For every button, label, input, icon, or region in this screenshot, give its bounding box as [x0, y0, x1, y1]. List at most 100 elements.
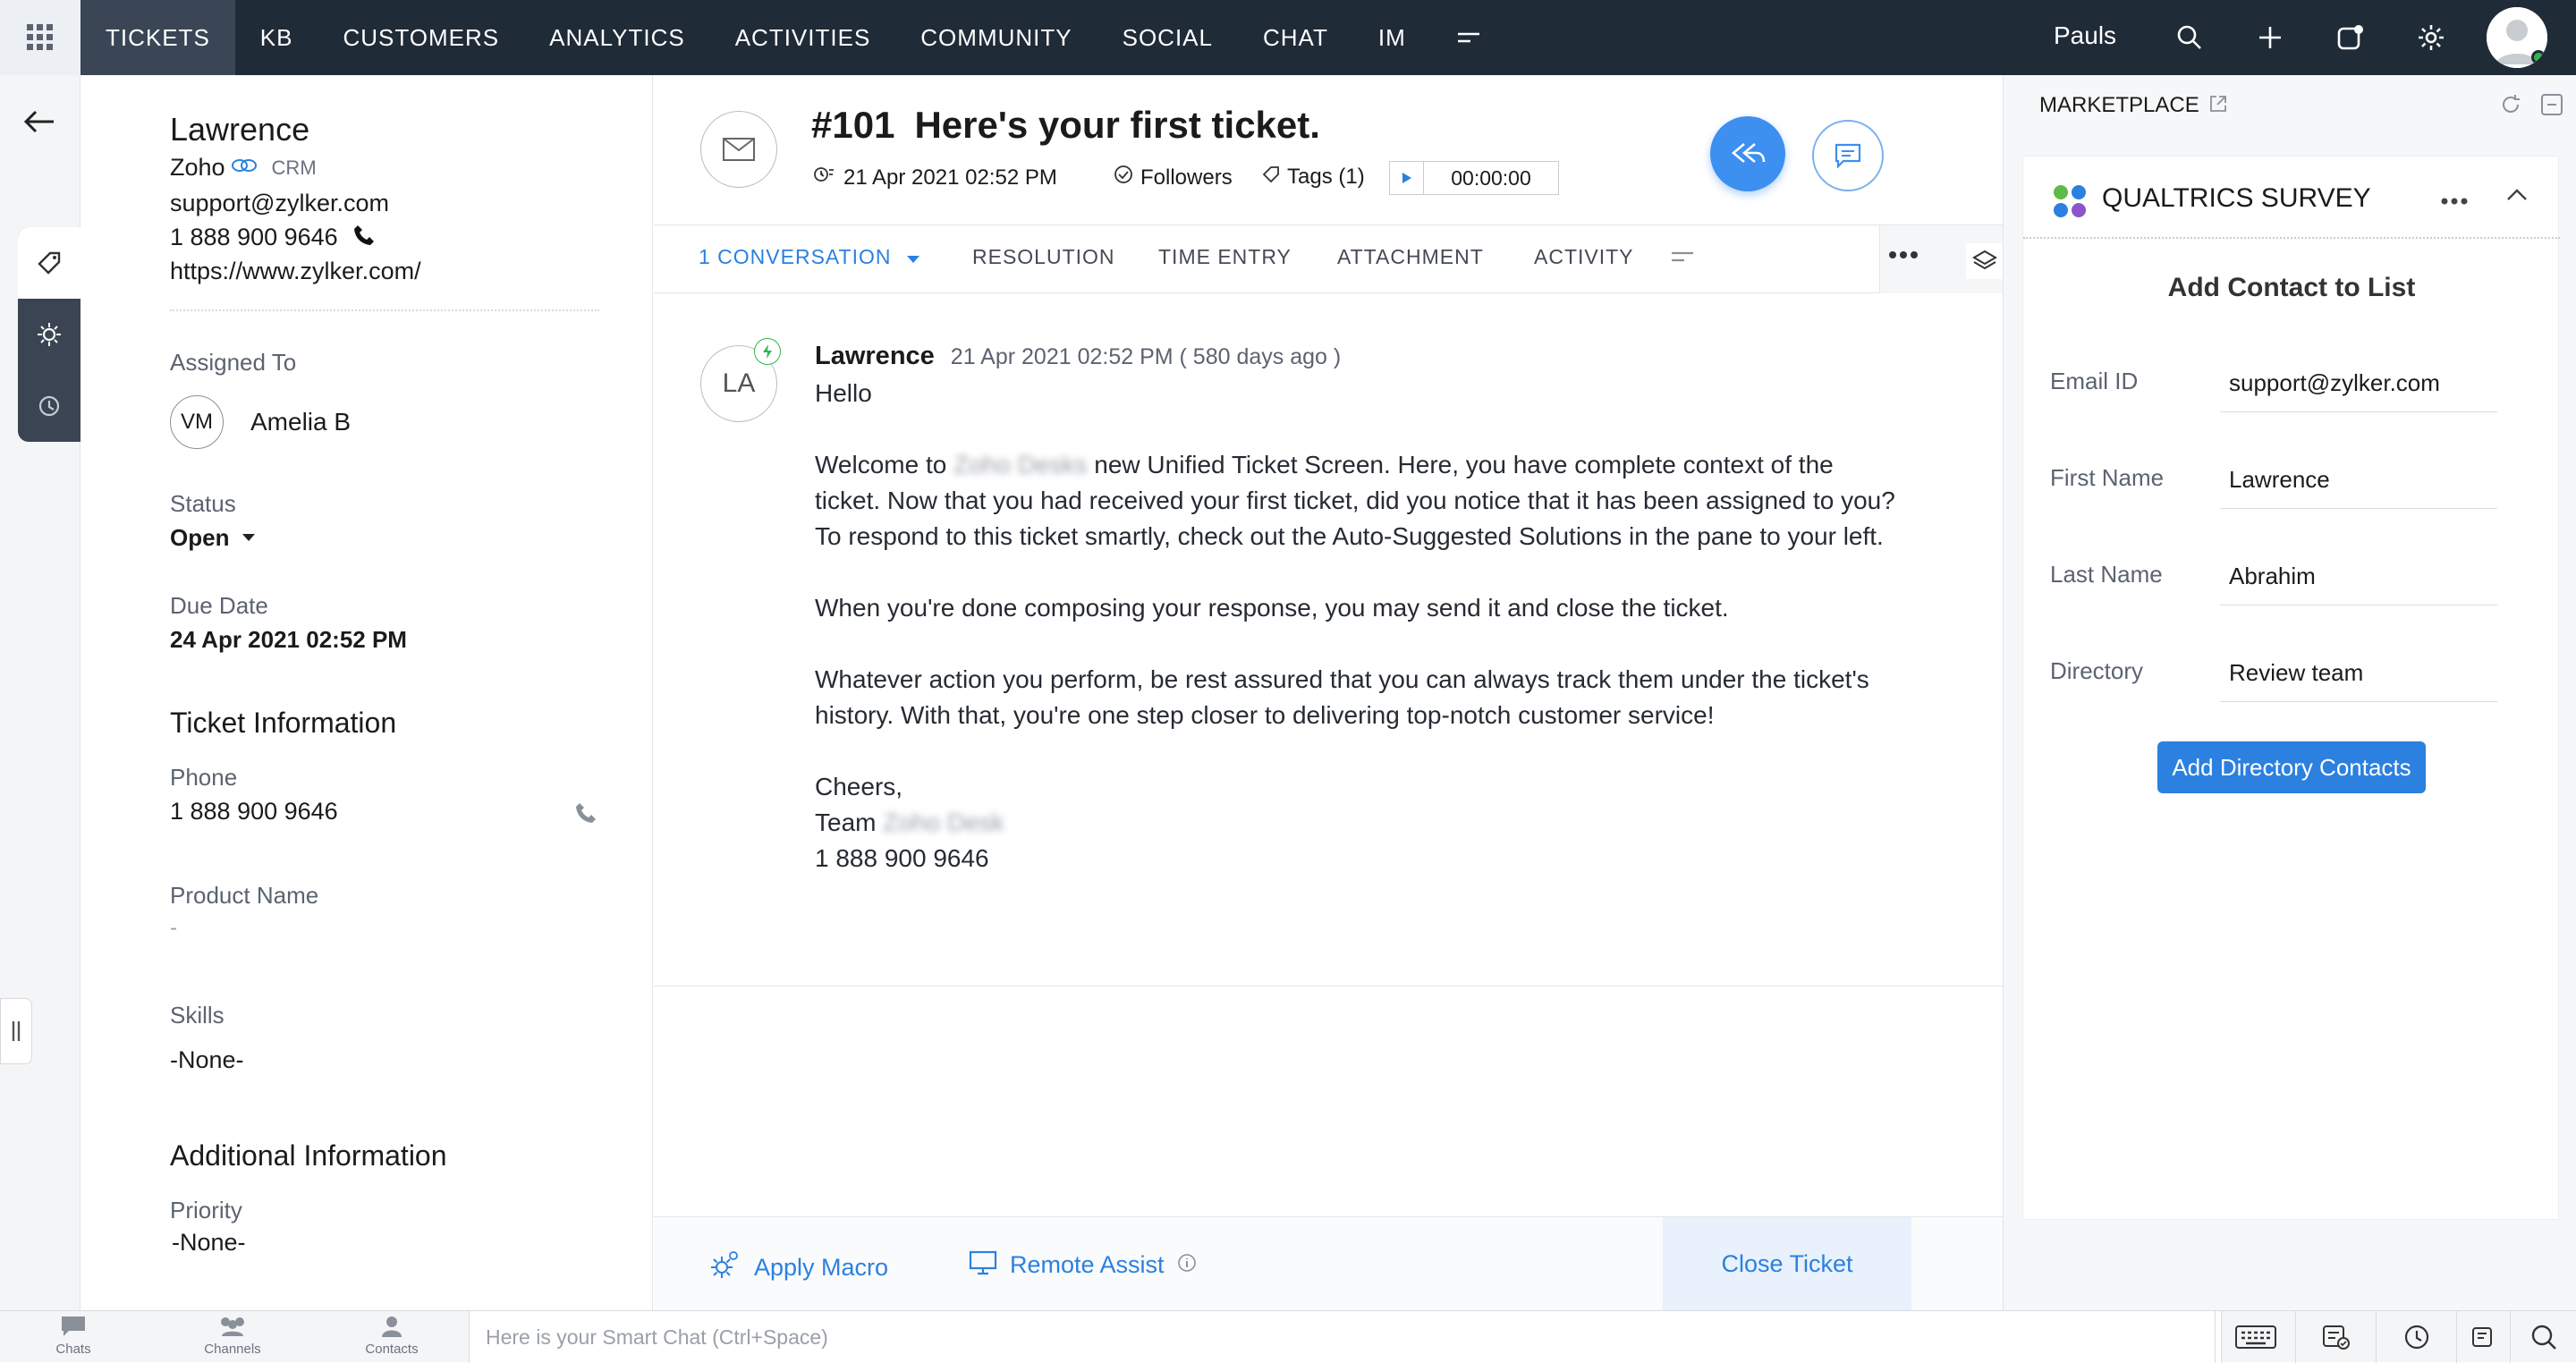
product-name-value[interactable]: - [170, 916, 177, 941]
chats-button[interactable]: Chats [29, 1315, 118, 1357]
last-name-label: Last Name [2050, 561, 2163, 588]
comment-button[interactable] [1812, 120, 1884, 191]
status-label: Status [170, 490, 236, 517]
priority-value[interactable]: -None- [172, 1229, 246, 1257]
close-ticket-button[interactable]: Close Ticket [1663, 1217, 1911, 1311]
play-icon[interactable] [1390, 162, 1424, 194]
channels-button[interactable]: Channels [188, 1315, 277, 1357]
refresh-icon[interactable] [2499, 93, 2522, 121]
search-icon[interactable] [2172, 20, 2207, 55]
marketplace-header[interactable]: MARKETPLACE [2039, 93, 2228, 118]
divider [170, 309, 599, 311]
message-greeting: Hello [815, 379, 872, 407]
additional-information-heading: Additional Information [170, 1139, 447, 1172]
tag-tool-icon[interactable] [18, 227, 80, 299]
contact-website[interactable]: https://www.zylker.com/ [170, 258, 421, 285]
nav-tab-im[interactable]: IM [1353, 0, 1431, 75]
crm-link[interactable]: Zoho CRM [170, 154, 317, 182]
nav-tab-chat[interactable]: CHAT [1238, 0, 1353, 75]
layers-icon[interactable] [1966, 243, 2004, 279]
conversation-thread: LA Lawrence 21 Apr 2021 02:52 PM ( 580 d… [654, 293, 2003, 986]
phone-icon[interactable] [574, 801, 597, 829]
keyboard-icon[interactable] [2215, 1311, 2295, 1363]
tab-resolution[interactable]: RESOLUTION [972, 245, 1115, 269]
contact-name[interactable]: Lawrence [170, 111, 309, 148]
settings-gear-icon[interactable] [2413, 20, 2449, 55]
online-status-dot [2531, 50, 2546, 64]
nav-tab-activities[interactable]: ACTIVITIES [710, 0, 896, 75]
marketplace-title: MARKETPLACE [2039, 93, 2199, 117]
message-signoff: Cheers, [815, 773, 903, 800]
notifications-icon[interactable] [2333, 20, 2368, 55]
nav-tab-customers[interactable]: CUSTOMERS [318, 0, 524, 75]
nav-tab-analytics[interactable]: ANALYTICS [524, 0, 710, 75]
remote-assist-button[interactable]: Remote Assist [969, 1249, 1197, 1281]
clock-icon[interactable] [2376, 1311, 2456, 1363]
feedback-icon[interactable] [2456, 1311, 2510, 1363]
directory-field[interactable]: Review team [2220, 659, 2497, 702]
contact-phone[interactable]: 1 888 900 9646 [170, 224, 338, 251]
directory-label: Directory [2050, 657, 2144, 684]
app-grid-icon[interactable] [0, 0, 80, 75]
priority-label: Priority [170, 1197, 242, 1223]
add-icon[interactable] [2252, 20, 2288, 55]
nav-tab-tickets[interactable]: TICKETS [80, 0, 235, 75]
user-avatar[interactable] [2487, 7, 2547, 68]
nav-tab-social[interactable]: SOCIAL [1097, 0, 1238, 75]
phone-call-icon[interactable] [352, 224, 376, 251]
more-tabs-icon[interactable] [1431, 0, 1506, 75]
timer-value: 00:00:00 [1451, 165, 1531, 190]
assignee-name: Amelia B [250, 408, 352, 436]
chevron-down-icon [242, 530, 256, 546]
followers[interactable]: Followers [1114, 165, 1233, 190]
collapse-panel-icon[interactable] [2540, 93, 2563, 121]
chats-icon [62, 1316, 85, 1336]
ticket-phone-value[interactable]: 1 888 900 9646 [170, 798, 338, 825]
portal-name[interactable]: Pauls [2054, 21, 2116, 50]
ticket-number: #101 [811, 104, 895, 146]
tab-conversation[interactable]: 1 CONVERSATION [699, 245, 920, 269]
history-icon[interactable] [18, 370, 80, 442]
tab-actions [1879, 225, 2004, 293]
widget-more-icon[interactable] [2440, 194, 2469, 210]
contact-email[interactable]: support@zylker.com [170, 190, 389, 217]
status-dropdown[interactable]: Open [170, 524, 256, 552]
info-icon[interactable] [1177, 1253, 1197, 1277]
contacts-button[interactable]: Contacts [347, 1315, 436, 1357]
tab-attachment[interactable]: ATTACHMENT [1337, 245, 1484, 269]
message-phone: 1 888 900 9646 [815, 844, 989, 872]
apply-macro-button[interactable]: Apply Macro [706, 1248, 888, 1288]
add-directory-contacts-button[interactable]: Add Directory Contacts [2157, 741, 2426, 793]
tab-activity[interactable]: ACTIVITY [1534, 245, 1634, 269]
time-tracker[interactable]: 00:00:00 [1389, 161, 1559, 195]
search-chat-icon[interactable] [2510, 1311, 2576, 1363]
skills-label: Skills [170, 1002, 225, 1029]
ticket-footer: Apply Macro Remote Assist Close Ticket [654, 1216, 2003, 1311]
sender-name[interactable]: Lawrence [815, 342, 935, 371]
ticket-created: 21 Apr 2021 02:52 PM [813, 165, 1057, 190]
last-name-field[interactable]: Abrahim [2220, 563, 2497, 605]
smart-chat-input[interactable]: Here is your Smart Chat (Ctrl+Space) [469, 1311, 2222, 1363]
tasks-icon[interactable] [2295, 1311, 2376, 1363]
more-options-icon[interactable] [1887, 249, 1919, 265]
more-tabs-icon[interactable] [1670, 250, 1695, 267]
first-name-field[interactable]: Lawrence [2220, 466, 2497, 509]
ticket-subject[interactable]: Here's your first ticket. [914, 104, 1320, 147]
email-channel-icon [700, 111, 777, 188]
remote-assist-label: Remote Assist [1010, 1251, 1165, 1278]
chats-label: Chats [55, 1342, 91, 1357]
tags[interactable]: Tags (1) [1262, 165, 1365, 190]
back-arrow-icon[interactable] [23, 109, 55, 139]
macro-gear-icon [706, 1248, 741, 1288]
due-date-value[interactable]: 24 Apr 2021 02:52 PM [170, 626, 407, 654]
nav-tab-kb[interactable]: KB [235, 0, 318, 75]
email-id-field[interactable]: support@zylker.com [2220, 369, 2497, 412]
skills-value[interactable]: -None- [170, 1046, 244, 1074]
reply-button[interactable] [1710, 116, 1785, 191]
panel-resize-handle[interactable] [0, 998, 32, 1064]
nav-tab-community[interactable]: COMMUNITY [895, 0, 1097, 75]
tab-time-entry[interactable]: TIME ENTRY [1158, 245, 1292, 269]
suggestions-bulb-icon[interactable] [18, 299, 80, 370]
assignee[interactable]: VM Amelia B [170, 395, 351, 449]
chevron-up-icon[interactable] [2506, 187, 2528, 206]
